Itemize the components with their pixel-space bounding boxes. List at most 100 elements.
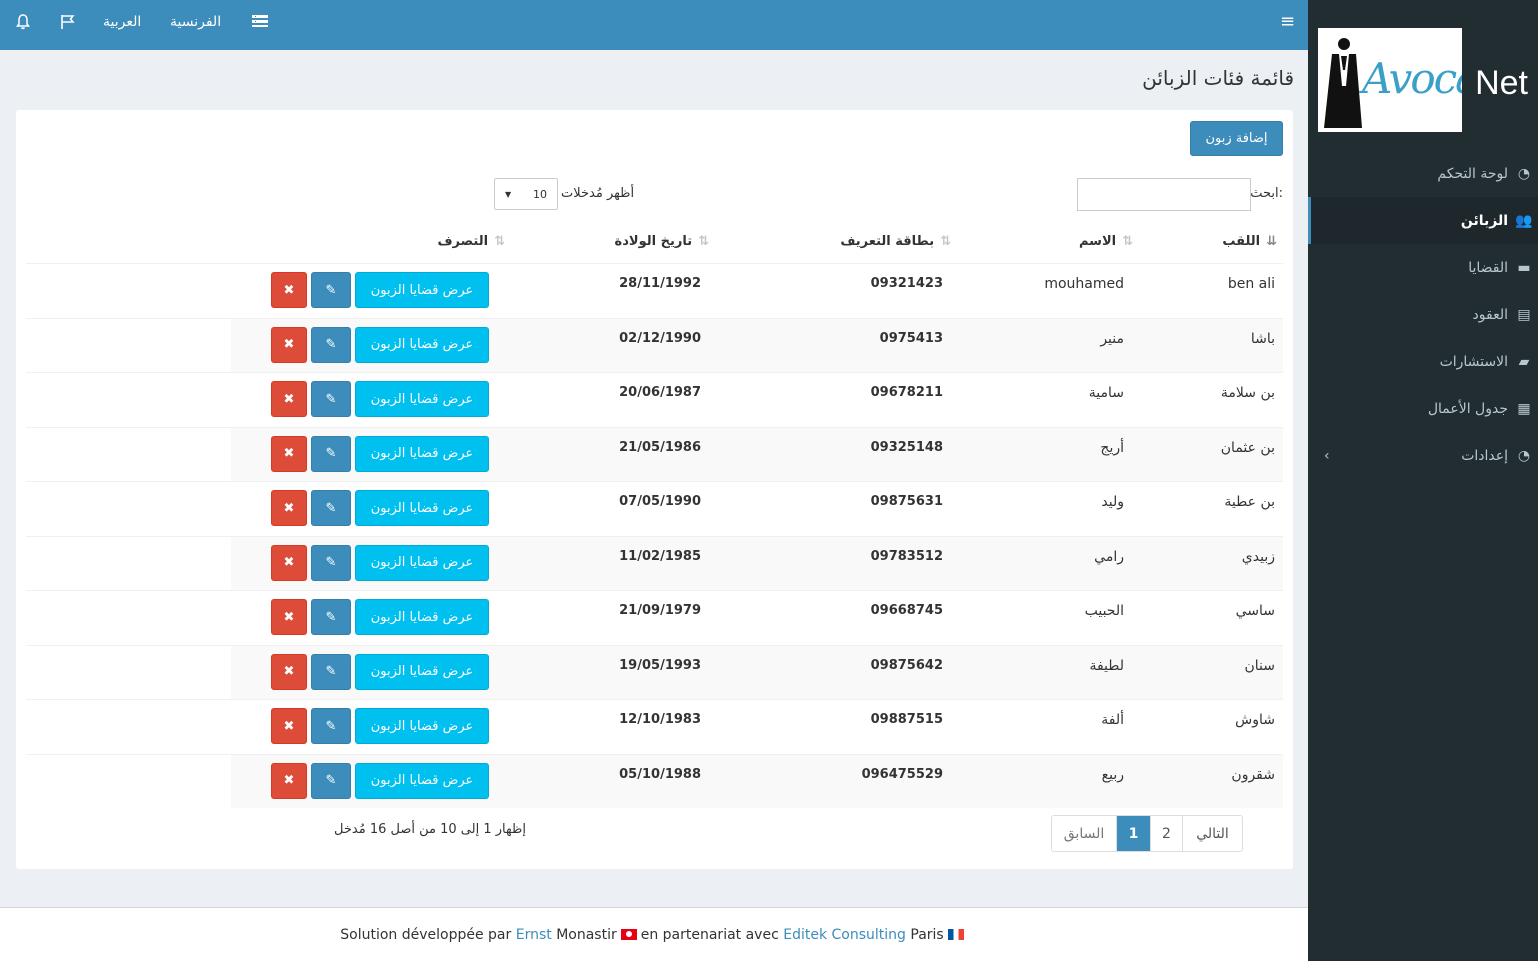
sidebar-item-2[interactable]: القضايا ▬	[1308, 244, 1538, 291]
edit-icon[interactable]: ✎	[311, 326, 351, 363]
header-lname[interactable]: اللقب ⇊	[1222, 234, 1277, 249]
pagination-page-2[interactable]: 2	[1150, 816, 1182, 851]
cell-lname: بن عثمان	[1220, 439, 1275, 456]
pagination-prev[interactable]: السابق	[1052, 816, 1116, 851]
briefcase-icon: ▬	[1517, 259, 1531, 276]
edit-icon[interactable]: ✎	[311, 490, 351, 526]
sidebar-item-5[interactable]: جدول الأعمال ▦	[1308, 385, 1538, 432]
contract-icon: ▤	[1517, 306, 1531, 323]
header-actions[interactable]: التصرف ⇅	[437, 234, 505, 249]
sort-icon: ⇅	[940, 234, 951, 249]
view-client-cases-button[interactable]: عرض قضايا الزبون	[355, 599, 489, 635]
header-dob[interactable]: تاريخ الولادة ⇅	[615, 234, 709, 249]
delete-icon[interactable]: ✖	[271, 762, 307, 799]
chevron-left-icon: ‹	[1324, 447, 1330, 464]
sidebar-item-1[interactable]: الزبائن 👥	[1308, 197, 1538, 244]
cell-lname: بن سلامة	[1220, 385, 1275, 401]
logo-script-text: Avoca	[1362, 54, 1462, 103]
header-fname[interactable]: الاسم ⇅	[1079, 234, 1133, 249]
edit-icon[interactable]: ✎	[311, 653, 351, 690]
brand[interactable]: Avoca Net	[1308, 0, 1538, 150]
cell-fname: لطيفة	[1089, 657, 1124, 674]
header-id[interactable]: بطاقة التعريف ⇅	[840, 234, 951, 249]
cell-fname: الحبيب	[1084, 603, 1124, 619]
cell-lname: ساسي	[1235, 603, 1275, 619]
sidebar-item-label: الزبائن	[1460, 212, 1508, 229]
sidebar-item-6[interactable]: إعدادات ◔ ‹	[1308, 432, 1538, 479]
cell-fname: منير	[1100, 330, 1124, 347]
sidebar-toggle-icon[interactable]: ≡	[1280, 11, 1295, 32]
length-value: 10	[533, 187, 547, 201]
pagination-page-1[interactable]: 1	[1116, 816, 1150, 851]
list-icon[interactable]	[252, 14, 268, 32]
view-client-cases-button[interactable]: عرض قضايا الزبون	[355, 762, 489, 799]
view-client-cases-button[interactable]: عرض قضايا الزبون	[355, 326, 489, 363]
view-client-cases-button[interactable]: عرض قضايا الزبون	[355, 435, 489, 472]
search-input[interactable]	[1077, 178, 1251, 211]
cell-lname: باشا	[1250, 330, 1275, 347]
sort-icon: ⇅	[698, 234, 709, 249]
edit-icon[interactable]: ✎	[311, 544, 351, 581]
edit-icon[interactable]: ✎	[311, 272, 351, 308]
cell-birth-date: 20/06/1987	[619, 385, 701, 400]
footer-link-editek[interactable]: Editek Consulting	[783, 927, 906, 943]
edit-icon[interactable]: ✎	[311, 762, 351, 799]
cell-lname: ben ali	[1227, 276, 1275, 292]
delete-icon[interactable]: ✖	[271, 653, 307, 690]
footer-link-ernst[interactable]: Ernst	[516, 927, 552, 943]
cell-fname: سامية	[1088, 385, 1124, 401]
pagination-next[interactable]: التالي	[1182, 816, 1242, 851]
cell-birth-date: 28/11/1992	[619, 276, 701, 291]
flag-icon[interactable]	[60, 14, 75, 34]
edit-icon[interactable]: ✎	[311, 435, 351, 472]
delete-icon[interactable]: ✖	[271, 381, 307, 417]
header-fname-label: الاسم	[1078, 234, 1117, 249]
sidebar-item-0[interactable]: لوحة التحكم ◔	[1308, 150, 1538, 197]
add-client-button[interactable]: إضافة زبون	[1190, 121, 1283, 156]
language-french-link[interactable]: الفرنسية	[170, 14, 221, 30]
view-client-cases-button[interactable]: عرض قضايا الزبون	[355, 272, 489, 308]
delete-icon[interactable]: ✖	[271, 544, 307, 581]
dashboard-icon: ◔	[1517, 165, 1531, 182]
sidebar-item-3[interactable]: العقود ▤	[1308, 291, 1538, 338]
view-client-cases-button[interactable]: عرض قضايا الزبون	[355, 653, 489, 690]
length-select[interactable]: ▼ 10	[494, 178, 558, 210]
header-lname-label: اللقب	[1222, 234, 1261, 249]
cell-id-card: 09325148	[870, 439, 943, 455]
settings-icon: ◔	[1517, 447, 1531, 464]
view-client-cases-button[interactable]: عرض قضايا الزبون	[355, 381, 489, 417]
delete-icon[interactable]: ✖	[271, 708, 307, 744]
cell-id-card: 09875631	[870, 494, 943, 509]
cell-fname: ربيع	[1101, 766, 1124, 783]
edit-icon[interactable]: ✎	[311, 708, 351, 744]
length-label: أظهر مُدخلات	[561, 186, 635, 201]
edit-icon[interactable]: ✎	[311, 381, 351, 417]
language-arabic-link[interactable]: العربية	[103, 14, 141, 30]
delete-icon[interactable]: ✖	[271, 435, 307, 472]
pagination: السابق 1 2 التالي	[1051, 815, 1243, 852]
clients-box: إضافة زبون ابحث: أظهر مُدخلات ▼ 10 اللقب…	[16, 110, 1293, 869]
brand-name: Net	[1475, 64, 1528, 102]
view-client-cases-button[interactable]: عرض قضايا الزبون	[355, 490, 489, 526]
header-id-label: بطاقة التعريف	[840, 234, 935, 249]
view-client-cases-button[interactable]: عرض قضايا الزبون	[355, 544, 489, 581]
top-navbar: العربية الفرنسية ≡	[0, 0, 1308, 50]
cell-birth-date: 11/02/1985	[619, 548, 701, 564]
delete-icon[interactable]: ✖	[271, 272, 307, 308]
cell-lname: سنان	[1244, 657, 1275, 674]
bell-icon[interactable]	[16, 14, 30, 34]
sort-icon: ⇅	[1122, 234, 1133, 249]
cell-birth-date: 05/10/1988	[619, 766, 701, 782]
edit-icon[interactable]: ✎	[311, 599, 351, 635]
table-row: سنان لطيفة 09875642 19/05/1993 عرض قضايا الز…	[26, 644, 1283, 699]
sidebar-item-4[interactable]: الاستشارات ▰	[1308, 338, 1538, 385]
footer: Solution développée par Ernst Monastir e…	[0, 907, 1308, 961]
book-icon: ▰	[1518, 353, 1530, 370]
cell-fname: وليد	[1101, 494, 1124, 510]
cell-birth-date: 02/12/1990	[619, 330, 701, 346]
delete-icon[interactable]: ✖	[271, 490, 307, 526]
delete-icon[interactable]: ✖	[271, 326, 307, 363]
delete-icon[interactable]: ✖	[271, 599, 307, 635]
view-client-cases-button[interactable]: عرض قضايا الزبون	[355, 708, 489, 744]
logo: Avoca	[1318, 28, 1462, 132]
